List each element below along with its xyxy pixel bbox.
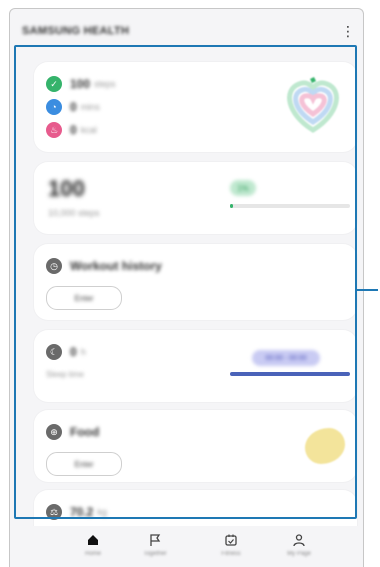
weight-value: 70.2	[70, 505, 94, 519]
steps-card[interactable]: 100 10,000 steps 1%	[34, 162, 357, 234]
weight-unit: kg	[97, 507, 107, 517]
weight-card[interactable]: ⚖ 70.2 kg	[34, 490, 357, 526]
summary-calories-value: 0	[70, 123, 77, 137]
callout-line	[357, 289, 378, 291]
daily-summary-card[interactable]: ✓ 100 steps ◔ 0 mins ♨ 0 kcal	[34, 62, 357, 152]
workout-history-card[interactable]: ◷ Workout history Enter	[34, 244, 357, 320]
app-bar: SAMSUNG HEALTH ⋮	[10, 21, 363, 45]
summary-steps-unit: steps	[94, 79, 116, 89]
food-enter-label: Enter	[74, 459, 94, 469]
calendar-icon	[225, 534, 237, 546]
workout-title: Workout history	[70, 259, 162, 273]
home-icon	[88, 535, 98, 545]
lemon-icon	[305, 428, 345, 464]
sleep-unit: h	[80, 347, 86, 357]
workout-enter-label: Enter	[74, 293, 94, 303]
nav-together-label: Together	[143, 551, 167, 557]
home-content[interactable]: ✓ 100 steps ◔ 0 mins ♨ 0 kcal 100 10,000…	[26, 56, 363, 526]
summary-steps-value: 100	[70, 77, 91, 91]
footsteps-icon: ✓	[46, 76, 62, 92]
food-card[interactable]: ⊕ Food Enter	[34, 410, 357, 482]
weight-title-row: ⚖ 70.2 kg	[46, 504, 107, 520]
nav-fitness-label: Fitness	[221, 551, 241, 557]
flag-icon	[150, 534, 161, 546]
timer-icon: ◷	[46, 258, 62, 274]
summary-calories-row: ♨ 0 kcal	[46, 122, 97, 138]
sleep-title-row: ☾ 0 h	[46, 344, 86, 360]
summary-active-value: 0	[70, 100, 77, 114]
food-title-row: ⊕ Food	[46, 424, 99, 440]
steps-percent-badge: 1%	[230, 180, 256, 196]
nav-together[interactable]: Together	[125, 533, 185, 557]
activity-rings-icon	[287, 77, 339, 133]
clock-icon: ◔	[46, 99, 62, 115]
nav-fitness[interactable]: Fitness	[201, 533, 261, 557]
sleep-bar	[230, 372, 350, 376]
food-enter-button[interactable]: Enter	[46, 452, 122, 476]
app-title: SAMSUNG HEALTH	[22, 25, 130, 37]
more-vertical-icon[interactable]: ⋮	[341, 23, 355, 39]
workout-title-row: ◷ Workout history	[46, 258, 162, 274]
nav-my-page[interactable]: My Page	[269, 533, 329, 557]
summary-steps-row: ✓ 100 steps	[46, 76, 116, 92]
nav-my-page-label: My Page	[287, 551, 311, 557]
food-title: Food	[70, 425, 100, 439]
bottom-nav: Home Together Fitness My Page	[10, 529, 363, 567]
flame-icon: ♨	[46, 122, 62, 138]
steps-count: 100	[48, 176, 85, 201]
steps-progress-fill	[230, 204, 233, 208]
sleep-value: 0	[70, 345, 77, 359]
moon-icon: ☾	[46, 344, 62, 360]
food-icon: ⊕	[46, 424, 62, 440]
steps-progress-track	[230, 204, 350, 208]
summary-active-unit: mins	[80, 102, 100, 112]
scale-icon: ⚖	[46, 504, 62, 520]
sleep-card[interactable]: ☾ 0 h Sleep time 00:00 - 00:00	[34, 330, 357, 402]
workout-enter-button[interactable]: Enter	[46, 286, 122, 310]
sleep-label: Sleep time	[46, 370, 84, 379]
summary-calories-unit: kcal	[80, 125, 97, 135]
sleep-time-badge: 00:00 - 00:00	[252, 350, 320, 366]
nav-home-label: Home	[84, 551, 101, 557]
phone-screen: SAMSUNG HEALTH ⋮ ✓ 100 steps ◔ 0 mins ♨ …	[9, 8, 364, 567]
summary-active-row: ◔ 0 mins	[46, 99, 100, 115]
nav-home[interactable]: Home	[63, 533, 123, 557]
person-icon	[293, 534, 305, 547]
steps-target: 10,000 steps	[48, 208, 100, 218]
